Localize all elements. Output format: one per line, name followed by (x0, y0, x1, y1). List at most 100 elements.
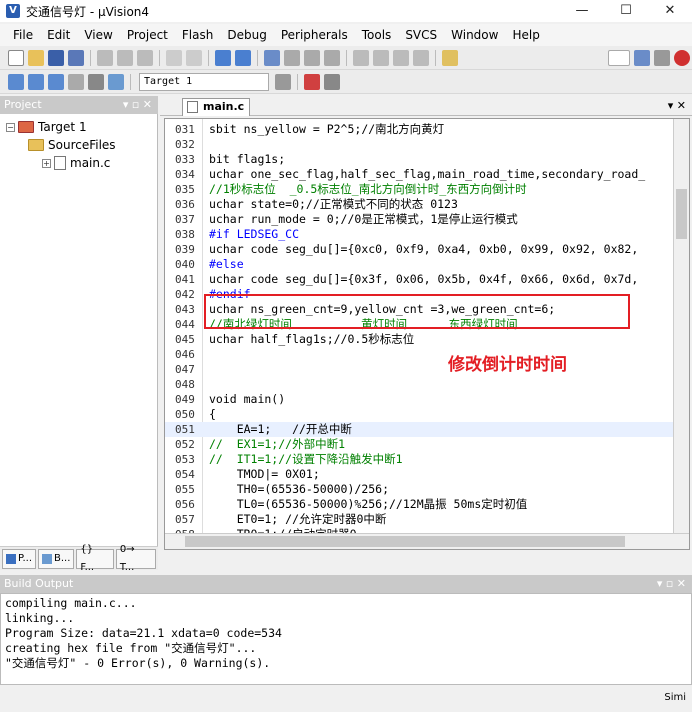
save-all-icon[interactable] (68, 49, 84, 66)
translate-icon[interactable] (8, 73, 24, 90)
line-number: 055 (175, 483, 195, 496)
tree-item-sourcefiles[interactable]: SourceFiles (28, 138, 116, 152)
menu-help[interactable]: Help (505, 28, 546, 42)
download-icon[interactable] (108, 73, 124, 90)
code-line[interactable]: 032 (165, 137, 675, 152)
save-icon[interactable] (48, 49, 64, 66)
toolbar-divider (208, 49, 209, 66)
maximize-button[interactable]: ☐ (604, 0, 648, 22)
code-line[interactable]: 047 (165, 362, 675, 377)
open-folder-icon[interactable] (28, 49, 44, 66)
tab-books[interactable]: B... (38, 548, 75, 569)
config-icon[interactable] (654, 49, 670, 66)
code-line[interactable]: 039 uchar code seg_du[]={0xc0, 0xf9, 0xa4… (165, 242, 675, 257)
close-button[interactable]: ✕ (648, 0, 692, 22)
expand-icon[interactable]: + (42, 158, 51, 168)
stop-build-icon[interactable] (88, 73, 104, 90)
find-in-files-icon[interactable] (442, 49, 458, 66)
menu-peripherals[interactable]: Peripherals (274, 28, 355, 42)
editor-vertical-scrollbar[interactable] (673, 119, 689, 535)
build-output-header: Build Output ▾ ▫ ✕ (0, 575, 692, 593)
indent-icon[interactable] (353, 49, 369, 66)
batch-build-icon[interactable] (68, 73, 84, 90)
code-line[interactable]: 056 TL0=(65536-50000)%256;//12M晶振 50ms定时… (165, 497, 675, 512)
menu-window[interactable]: Window (444, 28, 505, 42)
copy-icon[interactable] (117, 49, 133, 66)
new-file-icon[interactable] (8, 49, 24, 66)
tab-functions[interactable]: {} F... (76, 544, 114, 573)
toolbar-divider (346, 49, 347, 66)
tree-group-label: SourceFiles (48, 138, 116, 152)
bookmark-icon[interactable] (264, 49, 280, 66)
code-line[interactable]: 046 (165, 347, 675, 362)
nav-forward-icon[interactable] (235, 49, 251, 66)
bookmark-next-icon[interactable] (304, 49, 320, 66)
bookmark-prev-icon[interactable] (284, 49, 300, 66)
code-editor[interactable]: 031 sbit ns_yellow = P2^5;//南北方向黄灯 032 033 b… (164, 118, 690, 550)
build-icon[interactable] (28, 73, 44, 90)
paste-icon[interactable] (137, 49, 153, 66)
tree-item-target[interactable]: − Target 1 (6, 120, 87, 134)
find-combo[interactable] (608, 49, 630, 66)
code-line[interactable]: 037 uchar run_mode = 0;//0是正常模式，1是停止运行模式 (165, 212, 675, 227)
unindent-icon[interactable] (373, 49, 389, 66)
menu-debug[interactable]: Debug (220, 28, 273, 42)
menu-edit[interactable]: Edit (40, 28, 77, 42)
menu-flash[interactable]: Flash (175, 28, 220, 42)
redo-icon[interactable] (186, 49, 202, 66)
manage-books-icon[interactable] (324, 73, 340, 90)
code-line[interactable]: 034 uchar one_sec_flag,half_sec_flag,main… (165, 167, 675, 182)
editor-tab-label: main.c (203, 100, 245, 113)
code-line[interactable]: 045 uchar half_flag1s;//0.5秒标志位 (165, 332, 675, 347)
code-line[interactable]: 053 // IT1=1;//设置下降沿触发中断1 (165, 452, 675, 467)
code-line[interactable]: 038 #if LEDSEG_CC (165, 227, 675, 242)
code-line[interactable]: 051 EA=1; //开总中断 (165, 422, 675, 437)
menu-tools[interactable]: Tools (355, 28, 399, 42)
nav-back-icon[interactable] (215, 49, 231, 66)
debug-icon[interactable] (634, 49, 650, 66)
code-line[interactable]: 057 ET0=1; //允许定时器0中断 (165, 512, 675, 527)
editor-horizontal-scrollbar[interactable] (165, 533, 689, 549)
manage-components-icon[interactable] (304, 73, 320, 90)
rebuild-icon[interactable] (48, 73, 64, 90)
code-line[interactable]: 049 void main() (165, 392, 675, 407)
tab-main-c[interactable]: main.c (182, 98, 250, 116)
tree-target-label: Target 1 (38, 120, 87, 134)
comment-icon[interactable] (393, 49, 409, 66)
code-line[interactable]: 040 #else (165, 257, 675, 272)
code-line[interactable]: 035 //1秒标志位 _0.5标志位_南北方向倒计时_东西方向倒计时 (165, 182, 675, 197)
menu-project[interactable]: Project (120, 28, 175, 42)
scroll-thumb[interactable] (676, 189, 687, 239)
code-line[interactable]: 055 TH0=(65536-50000)/256; (165, 482, 675, 497)
code-line[interactable]: 048 (165, 377, 675, 392)
undo-icon[interactable] (166, 49, 182, 66)
code-line[interactable]: 050 { (165, 407, 675, 422)
code-line[interactable]: 041 uchar code seg_du[]={0x3f, 0x06, 0x5b… (165, 272, 675, 287)
menu-file[interactable]: File (6, 28, 40, 42)
hscroll-thumb[interactable] (185, 536, 625, 547)
folder-icon (28, 139, 44, 151)
line-number: 043 (175, 303, 195, 316)
target-select[interactable]: Target 1 (139, 72, 269, 91)
tab-templates[interactable]: 0→ T... (115, 544, 156, 573)
collapse-icon[interactable]: − (6, 122, 15, 132)
panel-close-icon[interactable]: ▾ ▫ ✕ (123, 96, 152, 114)
code-line[interactable]: 054 TMOD|= 0X01; (165, 467, 675, 482)
menu-svcs[interactable]: SVCS (398, 28, 444, 42)
uncomment-icon[interactable] (413, 49, 429, 66)
code-line[interactable]: 033 bit flag1s; (165, 152, 675, 167)
bookmark-clear-icon[interactable] (324, 49, 340, 66)
minimize-button[interactable]: — (560, 0, 604, 22)
code-line[interactable]: 052 // EX1=1;//外部中断1 (165, 437, 675, 452)
tree-item-main-c[interactable]: + main.c (42, 156, 110, 170)
zoom-icon[interactable] (674, 49, 690, 66)
editor-close-icon[interactable]: ▾ ✕ (668, 99, 686, 112)
menu-view[interactable]: View (77, 28, 119, 42)
line-number: 056 (175, 498, 195, 511)
build-close-icon[interactable]: ▾ ▫ ✕ (657, 575, 686, 593)
cut-icon[interactable] (97, 49, 113, 66)
target-options-icon[interactable] (275, 73, 291, 90)
tab-project[interactable]: P... (2, 548, 37, 569)
code-line[interactable]: 031 sbit ns_yellow = P2^5;//南北方向黄灯 (165, 122, 675, 137)
code-line[interactable]: 036 uchar state=0;//正常模式不同的状态 0123 (165, 197, 675, 212)
